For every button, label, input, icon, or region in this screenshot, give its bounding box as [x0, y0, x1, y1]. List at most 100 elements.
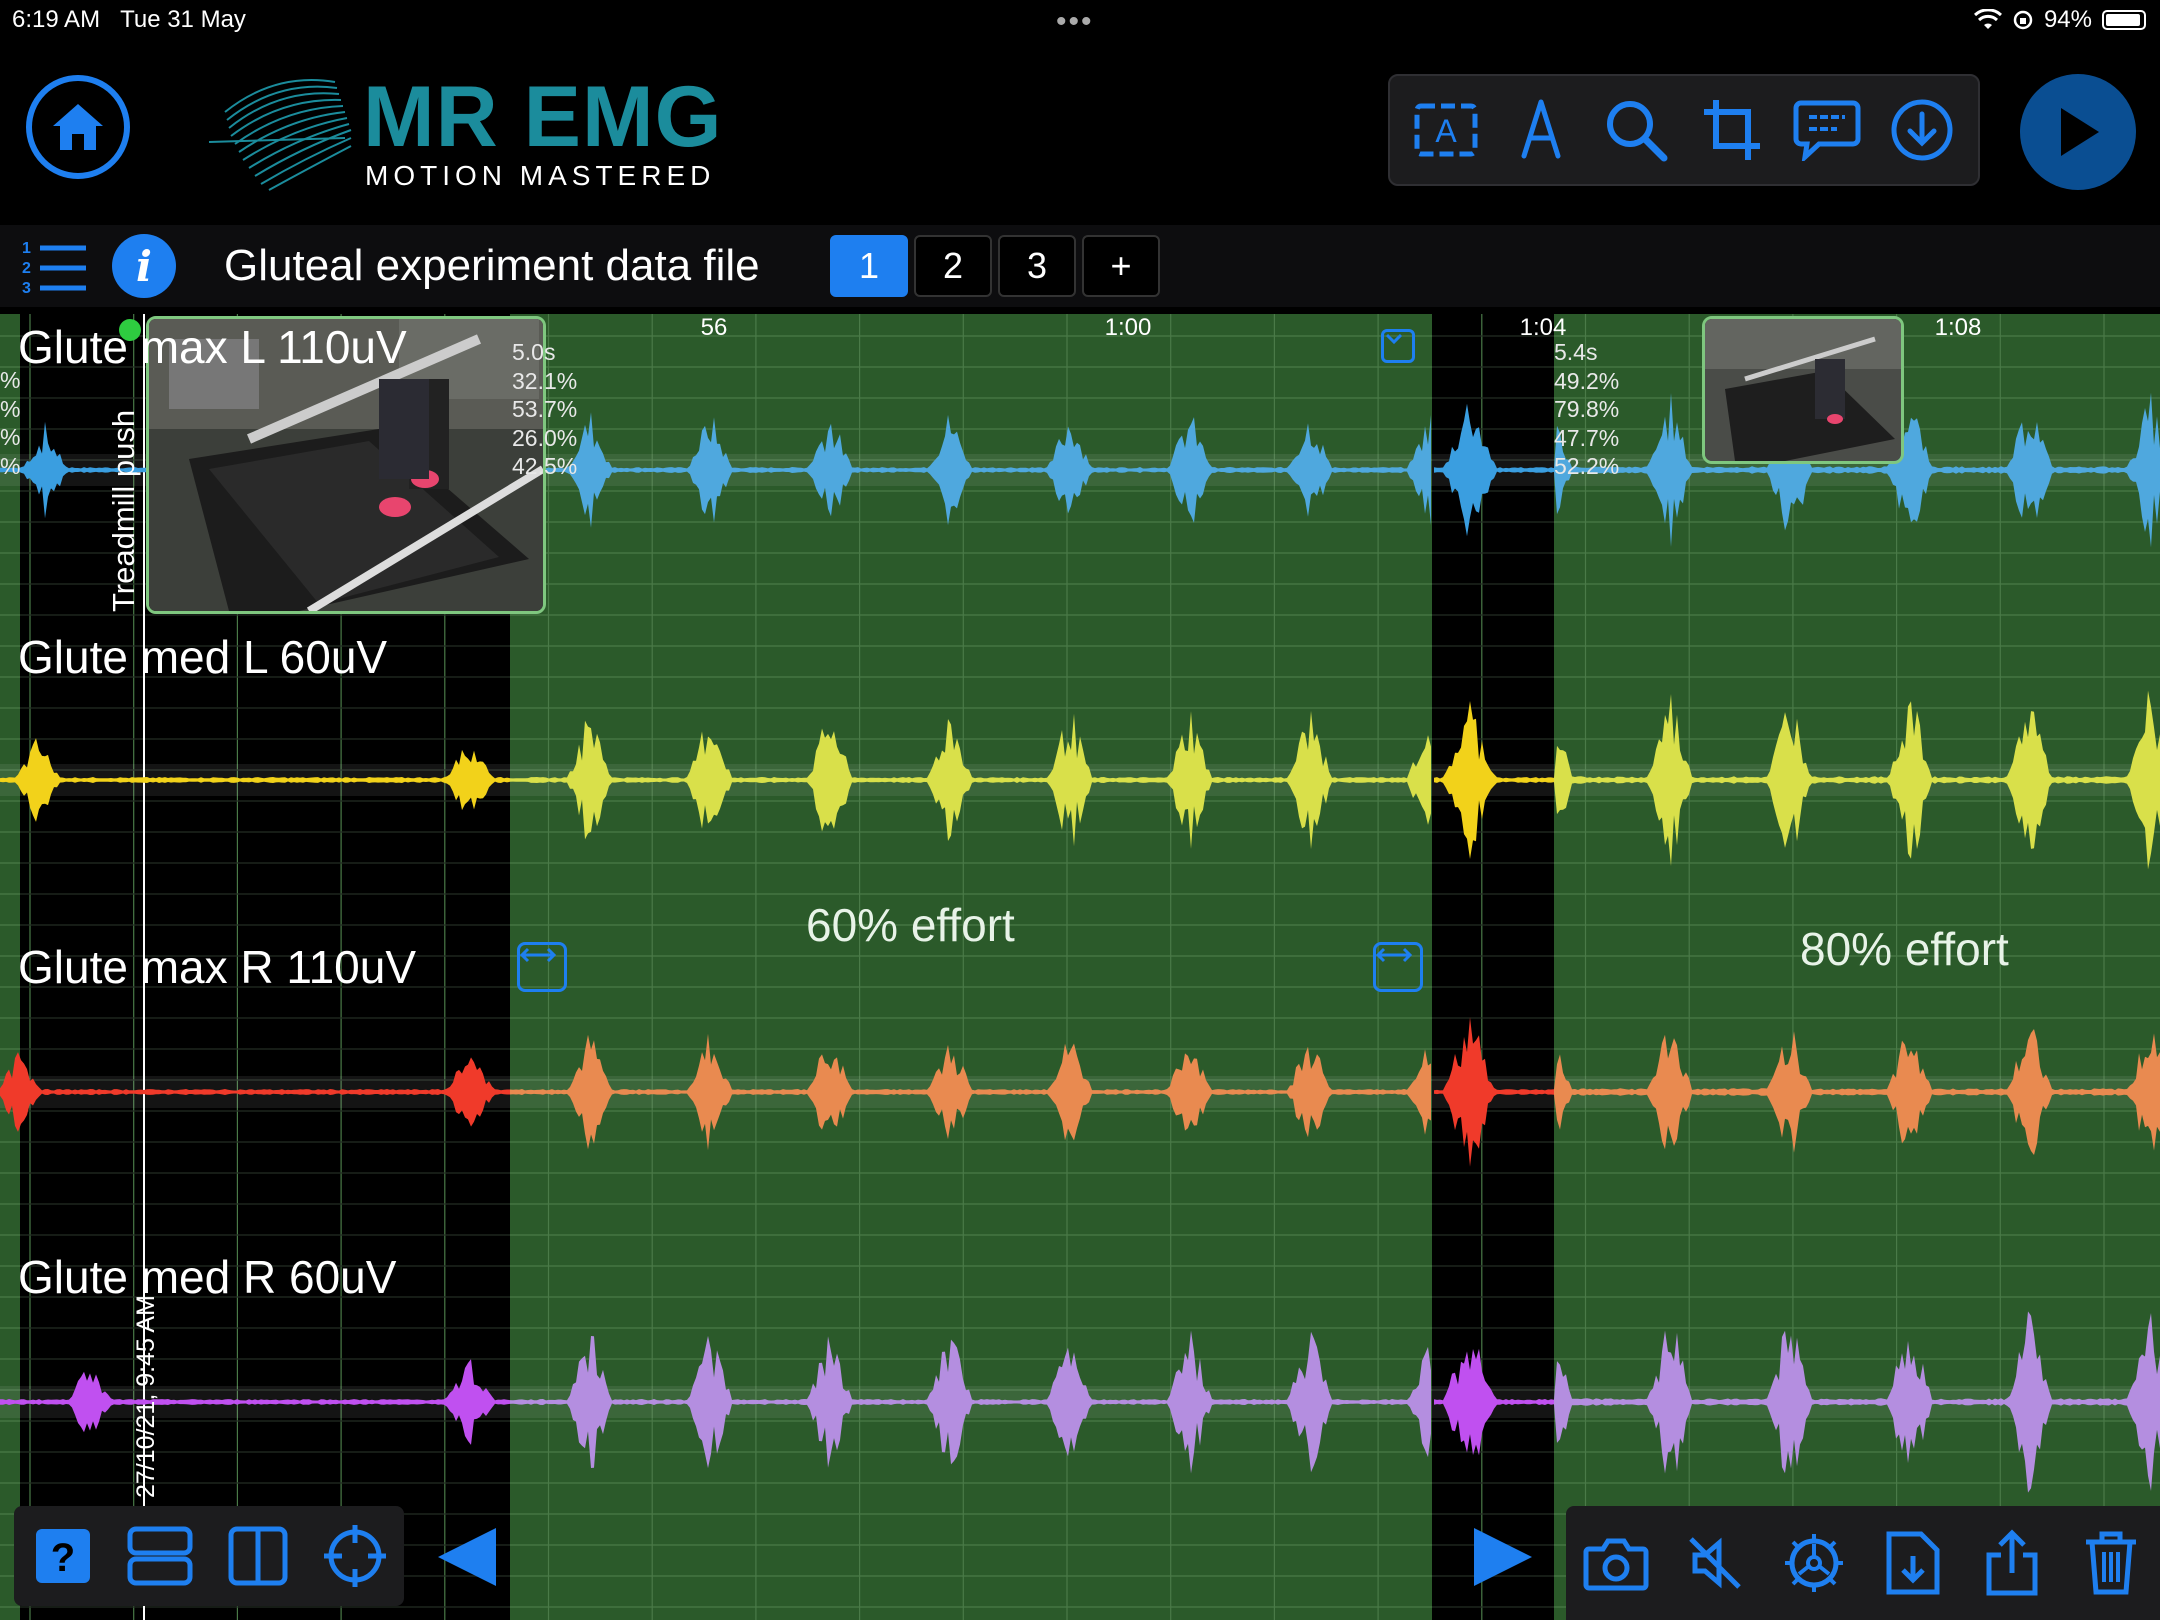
- split-view-button[interactable]: [222, 1520, 294, 1592]
- resize-horizontal-icon: [520, 947, 556, 963]
- search-icon: [1607, 101, 1668, 162]
- help-button[interactable]: ?: [27, 1520, 99, 1592]
- file-bar: 1 2 3 i Gluteal experiment data file 1 2…: [0, 225, 2160, 307]
- channel-label-1[interactable]: Glute max L 110uV: [18, 320, 407, 374]
- home-icon: [53, 104, 103, 150]
- comment-icon: [1793, 100, 1861, 161]
- gear-icon: [1784, 1534, 1843, 1592]
- partial-stats: % % % %: [0, 366, 20, 480]
- channel-list-button[interactable]: 1 2 3: [20, 237, 90, 297]
- camera-button[interactable]: [1580, 1527, 1652, 1599]
- highlight-region-0: [0, 314, 20, 1620]
- mute-button[interactable]: [1679, 1527, 1751, 1599]
- emg-waveform-ch3: [1434, 1017, 1554, 1167]
- video-thumbnail-2[interactable]: [1702, 316, 1904, 464]
- segment-1-label[interactable]: 60% effort: [806, 898, 1015, 952]
- numbered-list-icon: 1 2 3: [22, 240, 86, 297]
- crop-button[interactable]: [1694, 92, 1770, 168]
- add-page-button[interactable]: +: [1082, 235, 1160, 297]
- info-icon: i: [136, 241, 152, 291]
- svg-text:1: 1: [22, 240, 31, 257]
- text-box-button[interactable]: A: [1408, 92, 1484, 168]
- page-tab-2[interactable]: 2: [914, 235, 992, 297]
- target-button[interactable]: [319, 1520, 391, 1592]
- app-logo: MR EMG MOTION MASTERED: [205, 68, 725, 198]
- battery-percent: 94%: [2043, 6, 2092, 33]
- battery-icon: [2102, 10, 2146, 30]
- info-button[interactable]: i: [112, 234, 176, 298]
- channel-label-4[interactable]: Glute med R 60uV: [18, 1250, 396, 1304]
- pen-icon: [1521, 99, 1561, 159]
- crop-icon: [1703, 100, 1760, 160]
- action-controls: [1566, 1506, 2160, 1620]
- timestamp-label: 27/10/21, 9:45 AM: [132, 1295, 160, 1498]
- segment-2-duration: 5.4s: [1554, 339, 1598, 365]
- resize-horizontal-icon: [1376, 947, 1412, 963]
- segment-2-stat-ch3: 47.7%: [1554, 424, 1620, 451]
- file-title: Gluteal experiment data file: [224, 241, 760, 290]
- event-marker-label[interactable]: Treadmill push: [106, 410, 142, 612]
- delete-button[interactable]: [2075, 1527, 2147, 1599]
- page-tabs: 1 2 3 +: [830, 235, 1160, 297]
- segment-collapse-button[interactable]: [1381, 329, 1415, 363]
- partial-stat: %: [0, 395, 21, 422]
- segment-2-label[interactable]: 80% effort: [1800, 922, 2009, 976]
- pen-button[interactable]: [1503, 92, 1579, 168]
- status-bar: 6:19 AM Tue 31 May ••• 94%: [0, 0, 2160, 40]
- segment-2-stat-ch4: 52.2%: [1554, 453, 1620, 479]
- logo-mark-icon: [208, 79, 352, 191]
- page-tab-3[interactable]: 3: [998, 235, 1076, 297]
- segment-1-duration: 5.0s: [512, 339, 556, 365]
- logo-title: MR EMG: [363, 69, 723, 165]
- emg-chart[interactable]: 56 1:00 1:04 1:08 Treadmill push 27/10/2…: [0, 314, 2160, 1620]
- download-button[interactable]: [1884, 92, 1960, 168]
- svg-text:2: 2: [22, 260, 31, 277]
- channel-label-3[interactable]: Glute max R 110uV: [18, 940, 416, 994]
- import-file-button[interactable]: [1877, 1527, 1949, 1599]
- partial-stat: %: [0, 452, 21, 479]
- status-time: 6:19 AM Tue 31 May: [12, 6, 246, 33]
- emg-waveform-ch2: [1434, 701, 1554, 859]
- page-tab-1[interactable]: 1: [830, 235, 908, 297]
- trash-icon: [2085, 1531, 2136, 1595]
- file-download-icon: [1886, 1531, 1939, 1595]
- segment-1-stat-ch1: 32.1%: [512, 367, 578, 394]
- segment-2-stat-ch2: 79.8%: [1554, 396, 1620, 422]
- share-icon: [1986, 1529, 2037, 1596]
- text-box-icon: A: [1414, 103, 1478, 157]
- orientation-lock-icon: [2013, 10, 2033, 30]
- segment-1-stats: 5.0s 32.1% 53.7% 26.0% 42.5%: [512, 338, 577, 481]
- settings-button[interactable]: [1778, 1527, 1850, 1599]
- segment-1-start-handle[interactable]: [517, 942, 567, 992]
- highlight-region-1: [510, 314, 1432, 1620]
- channel-label-2[interactable]: Glute med L 60uV: [18, 630, 387, 684]
- app-header: MR EMG MOTION MASTERED A: [0, 40, 2160, 225]
- home-button[interactable]: [26, 75, 130, 179]
- view-controls: ?: [14, 1506, 404, 1606]
- logo-tagline: MOTION MASTERED: [365, 160, 716, 191]
- svg-text:3: 3: [22, 280, 31, 297]
- download-icon: [1891, 99, 1953, 161]
- partial-stat: %: [0, 424, 21, 450]
- segment-2-stats: 5.4s 49.2% 79.8% 47.7% 52.2%: [1554, 338, 1619, 481]
- camera-icon: [1583, 1538, 1648, 1591]
- annotation-toolbar: A: [1388, 74, 1980, 186]
- crosshair-icon: [324, 1525, 387, 1587]
- time-tick-56: 56: [700, 314, 728, 341]
- segment-1-stat-ch4: 42.5%: [512, 453, 578, 479]
- previous-button[interactable]: [434, 1524, 504, 1590]
- play-icon: [2061, 108, 2099, 156]
- segment-1-end-handle[interactable]: [1373, 942, 1423, 992]
- search-button[interactable]: [1598, 92, 1674, 168]
- next-button[interactable]: [1466, 1524, 1536, 1590]
- multitasking-dots-icon[interactable]: •••: [1056, 7, 1094, 37]
- segment-1-stat-ch2: 53.7%: [512, 396, 578, 422]
- help-icon: ?: [35, 1529, 90, 1583]
- speaker-muted-icon: [1688, 1537, 1741, 1589]
- play-button[interactable]: [2020, 74, 2136, 190]
- share-button[interactable]: [1976, 1527, 2048, 1599]
- partial-stat: %: [0, 367, 21, 393]
- stacked-view-button[interactable]: [124, 1520, 196, 1592]
- emg-waveform-ch2: [0, 738, 510, 822]
- comment-button[interactable]: [1789, 92, 1865, 168]
